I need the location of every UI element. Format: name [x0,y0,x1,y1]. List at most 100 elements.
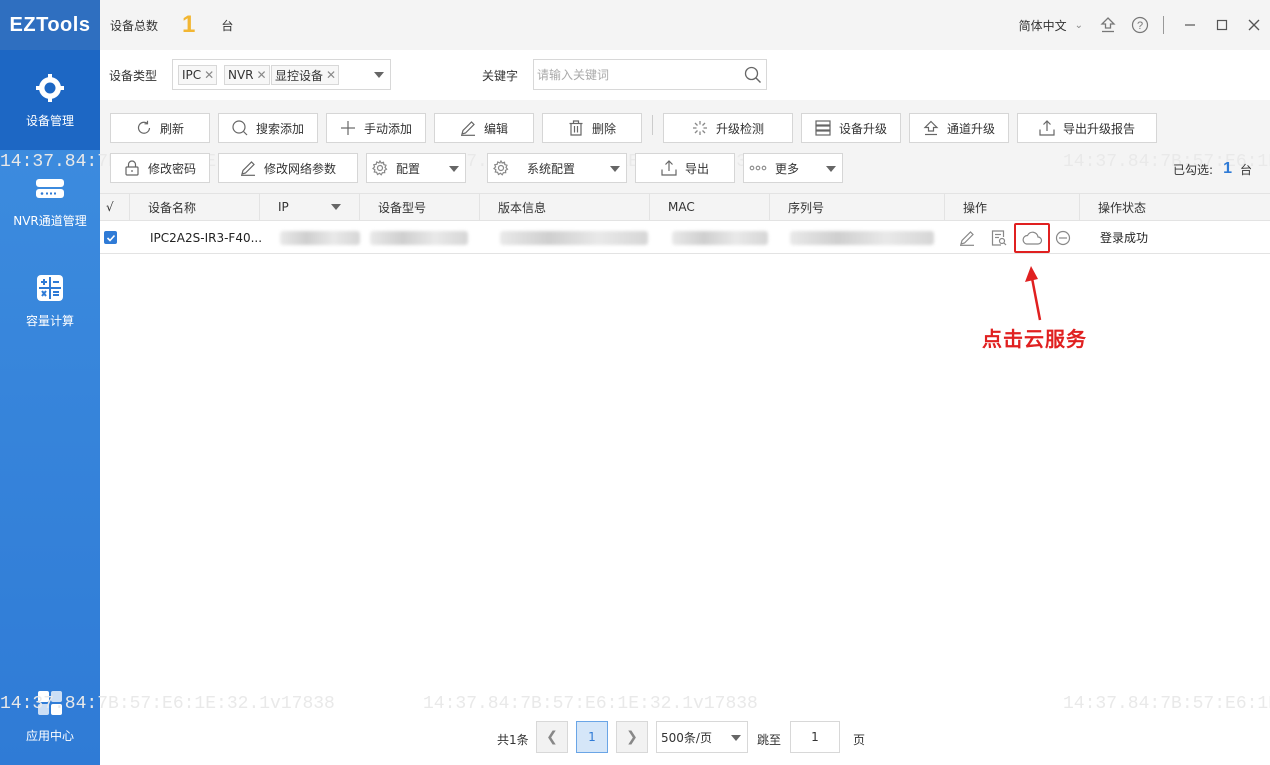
cell-model-redacted [370,221,468,254]
sidebar-item-label: 设备管理 [25,113,74,128]
keyword-input[interactable] [534,60,734,89]
button-label: 删除 [591,121,616,136]
column-header-serial[interactable]: 序列号 [770,194,945,220]
device-total-label: 设备总数 [110,18,159,33]
calculator-icon [34,272,66,304]
manual-add-button[interactable]: 手动添加 [326,113,426,143]
cell-version-redacted [500,221,648,254]
disable-icon[interactable] [1053,228,1073,248]
button-label: 通道升级 [946,121,995,136]
gear-icon [372,160,388,176]
upload-icon [923,120,939,136]
annotation-arrow-icon [1025,266,1042,321]
maximize-icon[interactable] [1206,10,1238,40]
current-page-button[interactable]: 1 [576,721,608,753]
close-icon[interactable] [1238,10,1270,40]
watermark: 14:37.84:7B:57:E6:1E:32.1v17838 [1063,694,1270,714]
column-header-model[interactable]: 设备型号 [360,194,480,220]
lock-icon [124,160,140,176]
minimize-icon[interactable] [1174,10,1206,40]
selected-unit: 台 [1239,162,1252,177]
app-logo: EZTools [0,0,100,50]
device-total-unit: 台 [221,18,234,33]
help-icon[interactable]: ? [1129,14,1151,36]
plus-icon [340,120,356,136]
checkbox-checked-icon[interactable] [104,231,117,244]
column-header-name[interactable]: 设备名称 [130,194,260,220]
sidebar: EZTools 设备管理 NVR通道管理 容量计算 应用中心 [0,0,100,765]
button-label: 设备升级 [838,121,887,136]
device-upgrade-button[interactable]: 设备升级 [801,113,901,143]
cell-status: 登录成功 [1100,231,1149,245]
toolbar: 14:37.84:7B:57:E6:1E:32.1v17838 14:37.84… [0,100,1270,193]
cloud-service-highlight-box [1014,223,1050,253]
sidebar-item-device-management[interactable]: 设备管理 [0,50,100,150]
edit-button[interactable]: 编辑 [434,113,534,143]
edit-icon[interactable] [957,228,977,248]
selected-count-info: 已勾选: 1 台 [1173,160,1252,178]
language-selector[interactable]: 简体中文 [1019,17,1067,34]
button-label: 配置 [396,161,421,176]
upgrade-check-button[interactable]: 升级检测 [663,113,793,143]
tag-remove-icon[interactable]: ✕ [257,68,267,82]
table-row[interactable]: IPC2A2S-IR3-F40... 登录成功 [100,221,1270,254]
tag-remove-icon[interactable]: ✕ [204,68,214,82]
dropdown-caret-icon [610,166,620,172]
button-label: 修改密码 [147,161,196,176]
cell-mac-redacted [672,221,768,254]
server-icon [815,120,831,136]
filter-bar: 设备类型 IPC ✕ NVR ✕ 显控设备 ✕ 关键字 [100,50,1270,100]
sidebar-item-label: 容量计算 [25,313,74,328]
cell-ip-redacted [280,221,360,254]
column-header-check[interactable]: √ [100,194,130,220]
button-label: 编辑 [483,121,508,136]
delete-button[interactable]: 删除 [542,113,642,143]
sidebar-item-label: 应用中心 [25,728,74,743]
dropdown-caret-icon[interactable] [374,72,384,78]
table-header: √ 设备名称 IP 设备型号 版本信息 MAC 序列号 操作 操作状态 [100,193,1270,221]
search-add-button[interactable]: 搜索添加 [218,113,318,143]
sort-caret-icon[interactable] [330,204,341,210]
change-password-button[interactable]: 修改密码 [110,153,210,183]
page-unit-label: 页 [853,733,866,747]
refresh-button[interactable]: 刷新 [110,113,210,143]
column-header-ip[interactable]: IP [260,194,360,220]
tag-display-control: 显控设备 ✕ [271,65,340,85]
watermark: 14:37.84:7B:57:E6:1E:32.1v17838 [423,694,758,714]
prev-page-icon[interactable]: ❮ [536,721,568,753]
app-window: EZTools 设备管理 NVR通道管理 容量计算 应用中心 设备总数 1 台 … [0,0,1270,765]
jump-page-input[interactable]: 1 [790,721,840,753]
modify-network-params-button[interactable]: 修改网络参数 [218,153,358,183]
row-checkbox[interactable] [104,221,117,254]
device-type-select[interactable]: IPC ✕ NVR ✕ 显控设备 ✕ [172,59,391,90]
device-total-count: 1 [182,11,196,38]
button-label: 更多 [775,161,800,176]
annotation-text: 点击云服务 [982,327,1087,351]
next-page-icon[interactable]: ❯ [616,721,648,753]
sidebar-item-app-center[interactable]: 应用中心 [0,665,100,765]
tag-ipc: IPC ✕ [178,65,218,85]
config-dropdown-button[interactable]: 配置 [366,153,466,183]
export-button[interactable]: 导出 [635,153,735,183]
tag-remove-icon[interactable]: ✕ [326,68,336,82]
upload-icon[interactable] [1097,14,1119,36]
column-header-status: 操作状态 [1098,200,1147,215]
sidebar-item-capacity-calc[interactable]: 容量计算 [0,250,100,350]
tag-label: IPC [182,68,202,82]
column-header-version[interactable]: 版本信息 [480,194,650,220]
column-header-mac[interactable]: MAC [650,194,770,220]
page-size-select[interactable]: 500条/页 [656,721,748,753]
pagination: 共1条 ❮ 1 ❯ 500条/页 跳至 1 页 [100,718,1270,758]
top-bar: 设备总数 1 台 简体中文 ⌄ ? [100,0,1270,50]
sidebar-item-nvr-channel[interactable]: NVR通道管理 [0,150,100,250]
system-config-dropdown-button[interactable]: 系统配置 [487,153,627,183]
search-icon[interactable] [744,66,762,87]
chevron-down-icon[interactable]: ⌄ [1075,20,1083,31]
total-count-label: 共1条 [497,733,529,747]
export-upgrade-report-button[interactable]: 导出升级报告 [1017,113,1157,143]
more-dropdown-button[interactable]: 更多 [743,153,843,183]
log-search-icon[interactable] [989,228,1009,248]
button-label: 导出升级报告 [1062,121,1135,136]
channel-upgrade-button[interactable]: 通道升级 [909,113,1009,143]
divider [1163,16,1164,34]
